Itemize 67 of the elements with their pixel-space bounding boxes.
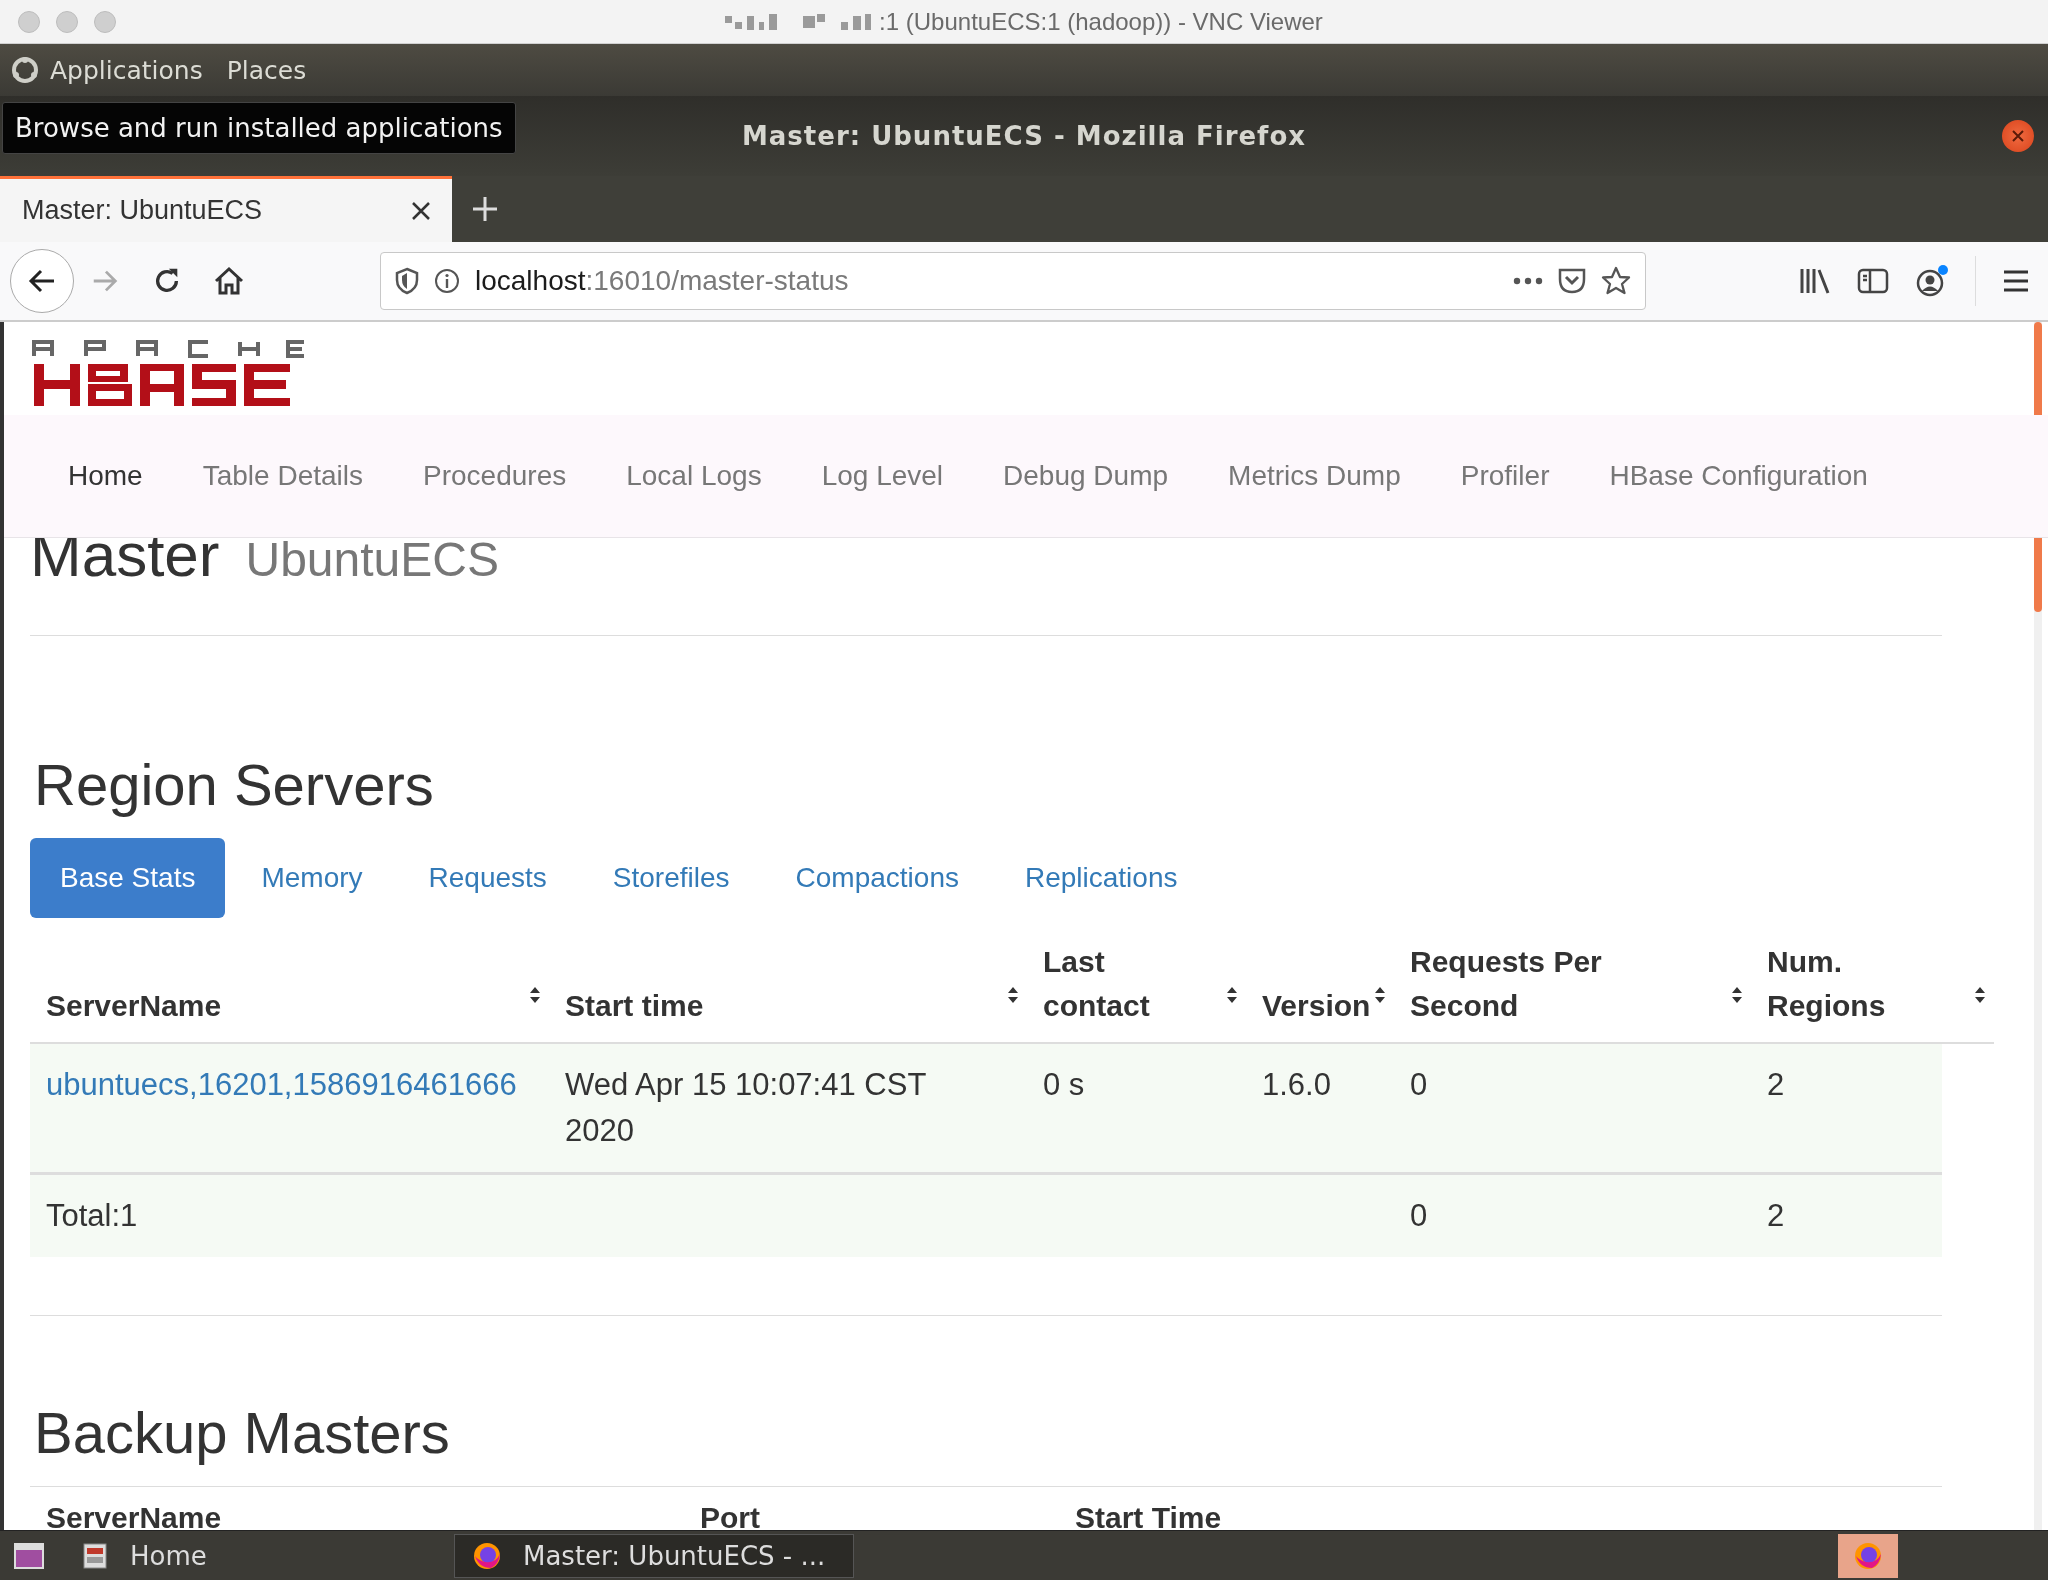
address-bar[interactable]: localhost:16010/master-status <box>380 252 1646 310</box>
taskbar-item[interactable]: Home <box>64 1533 444 1578</box>
nav-link[interactable]: Local Logs <box>596 456 792 496</box>
table-cell: 2 <box>1767 1198 1785 1233</box>
server-link[interactable]: ubuntuecs,16201,1586916461666 <box>46 1067 517 1102</box>
column-header: Start Time <box>1075 1501 1222 1530</box>
account-icon[interactable] <box>1915 264 1949 298</box>
show-desktop-icon[interactable] <box>14 1541 44 1570</box>
url-text: localhost:16010/master-status <box>475 265 850 297</box>
tooltip: Browse and run installed applications <box>2 102 516 154</box>
panel-menu[interactable]: Places <box>226 55 307 85</box>
table-cell: 0 <box>1410 1198 1428 1233</box>
ubuntu-logo-icon <box>12 57 38 83</box>
nav-link[interactable]: Log Level <box>791 456 974 496</box>
info-icon[interactable] <box>433 267 461 295</box>
table-cell: 2 <box>1767 1067 1785 1102</box>
browser-tab[interactable]: Master: UbuntuECS <box>0 176 452 242</box>
table-cell: 0 s <box>1043 1067 1085 1102</box>
page-title: Master <box>30 520 220 590</box>
close-icon[interactable] <box>410 199 432 222</box>
home-icon[interactable] <box>213 265 245 297</box>
sort-icon[interactable] <box>1374 986 1386 1004</box>
sort-icon[interactable] <box>1007 986 1019 1004</box>
tab[interactable]: Replications <box>994 838 1208 918</box>
sort-icon[interactable] <box>1974 986 1986 1004</box>
sort-icon[interactable] <box>529 986 541 1004</box>
pocket-icon[interactable] <box>1557 267 1587 295</box>
window-title: Master: UbuntuECS - Mozilla Firefox <box>741 121 1307 151</box>
tab[interactable]: Memory <box>231 838 393 918</box>
column-header: ServerName <box>46 1501 222 1530</box>
table-cell: Total:1 <box>46 1198 138 1233</box>
library-icon[interactable] <box>1799 267 1831 295</box>
table-cell: 1.6.0 <box>1262 1067 1331 1102</box>
close-button[interactable] <box>2002 120 2034 152</box>
tab[interactable]: Base Stats <box>30 838 226 918</box>
section-heading: Region Servers <box>34 752 435 818</box>
nav-link[interactable]: Table Details <box>172 456 393 496</box>
table-cell: Wed Apr 15 10:07:41 CST 2020 <box>565 1067 926 1148</box>
more-icon[interactable] <box>1513 277 1543 285</box>
tab[interactable]: Storefiles <box>582 838 760 918</box>
sort-icon[interactable] <box>1226 986 1238 1004</box>
nav-link[interactable]: Home <box>38 456 173 496</box>
table-cell: 0 <box>1410 1067 1428 1102</box>
column-header: Port <box>700 1501 760 1530</box>
tab[interactable]: Compactions <box>765 838 989 918</box>
menu-icon[interactable] <box>2002 269 2030 293</box>
close-icon <box>2011 129 2025 143</box>
page-subtitle: UbuntuECS <box>245 532 499 588</box>
file-cabinet-icon <box>82 1541 108 1570</box>
plus-icon[interactable] <box>471 195 499 223</box>
nav-link[interactable]: Debug Dump <box>973 456 1199 496</box>
sidebar-icon[interactable] <box>1857 267 1889 295</box>
firefox-icon[interactable] <box>1854 1541 1882 1570</box>
sort-icon[interactable] <box>1731 986 1743 1004</box>
firefox-icon[interactable] <box>473 1541 501 1570</box>
panel-menu[interactable]: Applications <box>12 55 203 85</box>
taskbar-item[interactable]: Master: UbuntuECS - ... <box>454 1533 854 1578</box>
nav-link[interactable]: Profiler <box>1430 456 1580 496</box>
nav-link[interactable]: Metrics Dump <box>1198 456 1431 496</box>
window-title: :1 (UbuntuECS:1 (hadoop)) - VNC Viewer <box>879 7 1323 36</box>
shield-icon[interactable] <box>395 267 419 295</box>
nav-link[interactable]: HBase Configuration <box>1579 456 1898 496</box>
scrollbar[interactable] <box>2034 322 2042 1530</box>
section-heading: Backup Masters <box>34 1400 451 1466</box>
nav-link[interactable]: Procedures <box>393 456 597 496</box>
tab[interactable]: Requests <box>398 838 577 918</box>
star-icon[interactable] <box>1601 266 1631 296</box>
